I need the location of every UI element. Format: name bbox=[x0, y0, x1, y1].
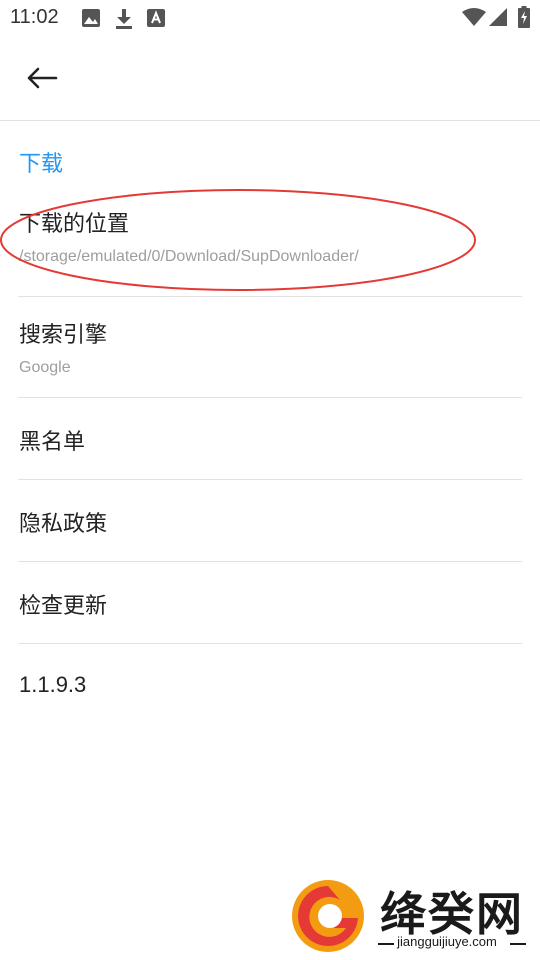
pref-title: 下载的位置 bbox=[19, 212, 130, 237]
arrow-left-icon bbox=[27, 67, 58, 89]
image-icon bbox=[82, 9, 100, 27]
download-icon bbox=[116, 9, 132, 29]
pref-title: 黑名单 bbox=[19, 430, 86, 455]
status-bar: 11:02 bbox=[0, 0, 540, 36]
cell-signal-icon bbox=[489, 8, 507, 26]
watermark-line bbox=[510, 943, 526, 945]
pref-title: 隐私政策 bbox=[19, 512, 108, 537]
pref-search-engine[interactable]: 搜索引擎 Google bbox=[0, 297, 540, 397]
watermark-url: jiangguijiuye.com bbox=[397, 934, 497, 949]
pref-download-location[interactable]: 下载的位置 /storage/emulated/0/Download/SupDo… bbox=[0, 196, 540, 296]
pref-summary: /storage/emulated/0/Download/SupDownload… bbox=[19, 248, 359, 265]
pref-summary: Google bbox=[19, 359, 71, 376]
pref-title: 检查更新 bbox=[19, 594, 108, 619]
status-time: 11:02 bbox=[10, 6, 59, 28]
toolbar bbox=[0, 36, 540, 121]
back-button[interactable] bbox=[18, 58, 66, 98]
battery-icon bbox=[518, 6, 530, 28]
pref-check-update[interactable]: 检查更新 bbox=[0, 562, 540, 643]
version-text: 1.1.9.3 bbox=[19, 672, 87, 697]
section-header-download: 下载 bbox=[19, 152, 64, 177]
wifi-icon bbox=[462, 8, 486, 26]
pref-privacy-policy[interactable]: 隐私政策 bbox=[0, 480, 540, 561]
pref-version: 1.1.9.3 bbox=[0, 644, 540, 725]
pref-title: 搜索引擎 bbox=[19, 323, 108, 348]
a-box-icon bbox=[147, 9, 165, 27]
watermark: 绛癸网 jiangguijiuye.com bbox=[290, 872, 530, 956]
watermark-logo-icon bbox=[292, 880, 364, 952]
pref-blacklist[interactable]: 黑名单 bbox=[0, 398, 540, 479]
